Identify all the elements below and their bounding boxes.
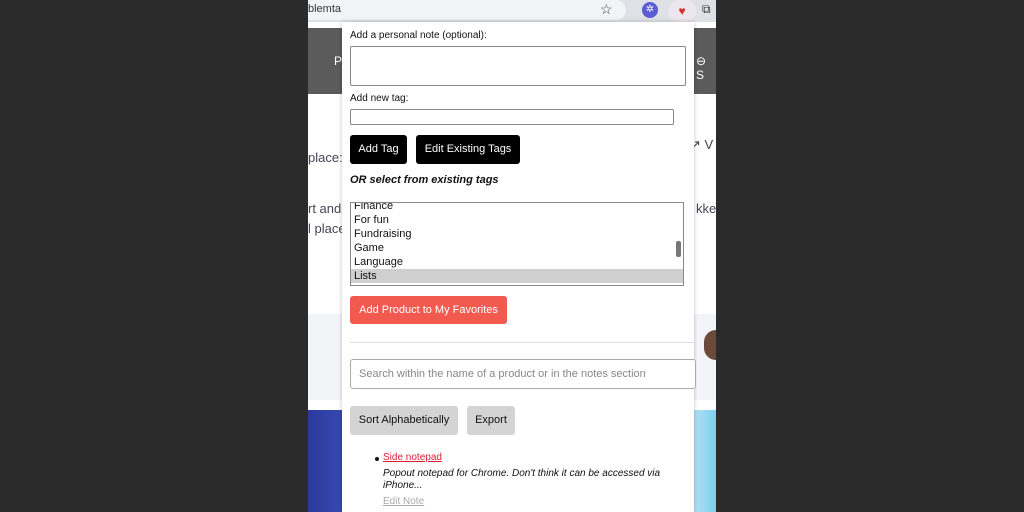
note-label: Add a personal note (optional): (350, 30, 487, 41)
address-bar[interactable]: blemta ☆ (308, 0, 626, 20)
search-input[interactable]: Search within the name of a product or i… (350, 359, 696, 389)
sort-alphabetically-button[interactable]: Sort Alphabetically (350, 406, 458, 435)
new-tag-label: Add new tag: (350, 93, 409, 104)
export-button[interactable]: Export (467, 406, 515, 435)
divider (350, 342, 694, 343)
puzzle-extension-icon[interactable]: ✲ (642, 2, 658, 18)
favorite-item-link[interactable]: Side notepad (383, 452, 442, 463)
favorites-popup: Add a personal note (optional): Add new … (342, 22, 696, 512)
bg-text-right2: kke (696, 201, 716, 216)
favorite-item-description: Popout notepad for Chrome. Don't think i… (383, 468, 661, 491)
listbox-scrollbar[interactable] (676, 241, 681, 257)
tag-option[interactable]: Language (351, 255, 683, 269)
bg-text-row3: l place (308, 221, 346, 236)
list-bullet (375, 457, 379, 461)
bg-text-place: place: (308, 150, 343, 165)
url-text: blemta (308, 3, 342, 15)
existing-tags-listbox[interactable]: Finance For fun Fundraising Game Languag… (350, 202, 684, 286)
nav-right-text[interactable]: ⊖ S (696, 54, 716, 82)
tag-option[interactable]: Finance (351, 203, 683, 213)
new-tag-input[interactable] (350, 109, 674, 125)
add-tag-button[interactable]: Add Tag (350, 135, 407, 164)
nav-left-text[interactable]: P (334, 54, 342, 68)
tag-option-selected[interactable]: Lists (351, 269, 683, 283)
edit-note-link[interactable]: Edit Note (383, 496, 424, 507)
select-existing-tags-label: OR select from existing tags (350, 174, 499, 186)
bookmark-star-icon[interactable]: ☆ (600, 1, 613, 18)
tag-option[interactable]: Fundraising (351, 227, 683, 241)
edit-existing-tags-button[interactable]: Edit Existing Tags (416, 135, 520, 164)
window-icon[interactable]: ⧉ (702, 2, 711, 17)
heart-extension-icon[interactable]: ♥ (668, 0, 696, 22)
avatar (704, 330, 716, 360)
personal-note-textarea[interactable] (350, 46, 686, 86)
tag-option[interactable]: Game (351, 241, 683, 255)
browser-toolbar: blemta ☆ ✲ ♥ ⧉ (308, 0, 716, 22)
add-to-favorites-button[interactable]: Add Product to My Favorites (350, 296, 507, 324)
tag-option[interactable]: For fun (351, 213, 683, 227)
bg-text-row2: rt and (308, 201, 342, 216)
